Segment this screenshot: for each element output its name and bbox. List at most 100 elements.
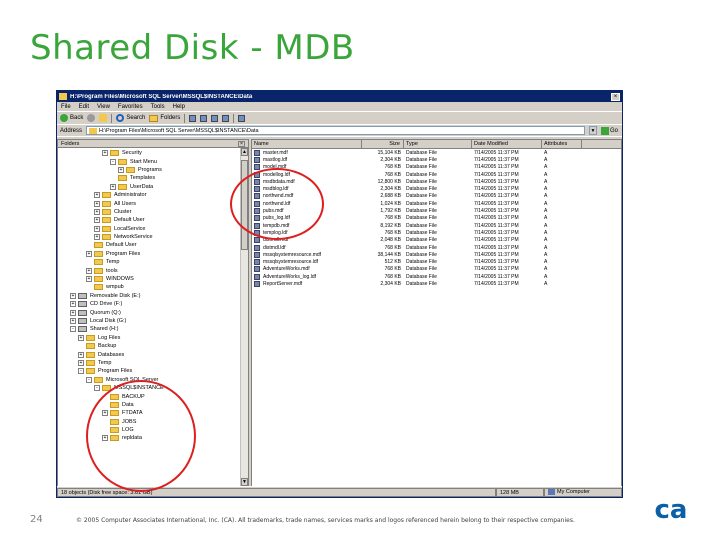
tree-node[interactable]: + Quorum (Q:)	[58, 308, 248, 316]
column-header-name[interactable]: Name	[252, 140, 362, 148]
expand-toggle-icon[interactable]: +	[70, 301, 76, 308]
column-header-date-modified[interactable]: Date Modified	[472, 140, 542, 148]
close-button[interactable]: ×	[611, 92, 620, 101]
menu-item-edit[interactable]: Edit	[79, 104, 89, 110]
tree-node[interactable]: - Start Menu	[58, 157, 248, 165]
tree-node[interactable]: Default User	[58, 241, 248, 249]
copy-to-icon[interactable]	[200, 114, 208, 122]
tree-close-button[interactable]: ×	[238, 140, 245, 147]
column-header-type[interactable]: Type	[404, 140, 472, 148]
list-item[interactable]: AdventureWorks_log.ldf 768 KB Database Fil…	[252, 273, 621, 280]
tree-node[interactable]: Backup	[58, 342, 248, 350]
column-header-attributes[interactable]: Attributes	[542, 140, 582, 148]
tree-node[interactable]: LOG	[58, 426, 248, 434]
forward-arrow-icon[interactable]	[87, 114, 96, 122]
list-item[interactable]: northwnd.mdf 2,688 KB Database File 7/14/20…	[252, 193, 621, 200]
list-item[interactable]: modellog.ldf 768 KB Database File 7/14/2005…	[252, 171, 621, 178]
menu-item-favorites[interactable]: Favorites	[118, 104, 143, 110]
expand-toggle-icon[interactable]: +	[70, 292, 76, 299]
expand-toggle-icon[interactable]: +	[78, 351, 84, 358]
tree-node[interactable]: + Databases	[58, 350, 248, 358]
column-header-size[interactable]: Size	[362, 140, 404, 148]
tree-node[interactable]: + Temp	[58, 359, 248, 367]
list-item[interactable]: AdventureWorks.mdf 768 KB Database File 7/1…	[252, 266, 621, 273]
expand-toggle-icon[interactable]: +	[70, 318, 76, 324]
tree-node[interactable]: + LocalService	[58, 225, 248, 233]
go-button[interactable]: Go	[600, 126, 622, 135]
expand-toggle-icon[interactable]: +	[118, 166, 124, 173]
tree-node[interactable]: Templates	[58, 174, 248, 182]
up-folder-icon[interactable]	[99, 114, 108, 122]
scroll-up-arrow[interactable]: ▲	[241, 148, 248, 156]
tree-node[interactable]: - MSSQL$INSTANCE	[58, 384, 248, 392]
scroll-thumb[interactable]	[241, 160, 248, 250]
tree-node[interactable]: JOBS	[58, 418, 248, 426]
menu-item-help[interactable]: Help	[173, 104, 185, 110]
tree-node[interactable]: + WINDOWS	[58, 275, 248, 283]
expand-toggle-icon[interactable]: +	[70, 309, 76, 316]
tree-node[interactable]: + Security	[58, 149, 248, 157]
tree-node[interactable]: wmpub	[58, 283, 248, 291]
list-item[interactable]: mastlog.ldf 2,304 KB Database File 7/14/200…	[252, 156, 621, 163]
list-item[interactable]: distmdl.ldf 768 KB Database File 7/14/2005 …	[252, 244, 621, 251]
list-item[interactable]: model.mdf 768 KB Database File 7/14/2005 11…	[252, 164, 621, 171]
expand-toggle-icon[interactable]: +	[94, 208, 100, 215]
list-item[interactable]: ReportServer.mdf 2,304 KB Database File 7/1…	[252, 280, 621, 287]
tree-node[interactable]: + Removable Disk (E:)	[58, 292, 248, 300]
expand-toggle-icon[interactable]: +	[102, 410, 108, 417]
move-to-icon[interactable]	[189, 114, 197, 122]
window-titlebar[interactable]: H:\Program Files\Microsoft SQL Server\MS…	[57, 91, 622, 102]
address-input[interactable]: H:\Program Files\Microsoft SQL Server\MS…	[86, 126, 585, 135]
tree-node[interactable]: + UserData	[58, 183, 248, 191]
expand-toggle-icon[interactable]: -	[94, 385, 100, 392]
list-item[interactable]: mssqlsystemresource.ldf 512 KB Database Fi…	[252, 258, 621, 266]
tree-node[interactable]: + NetworkService	[58, 233, 248, 241]
tree-node[interactable]: + Default User	[58, 216, 248, 224]
list-item[interactable]: northwnd.ldf 1,024 KB Database File 7/14/20…	[252, 200, 621, 207]
tree-node[interactable]: Temp	[58, 258, 248, 266]
address-dropdown[interactable]: ▼	[588, 126, 597, 135]
list-item[interactable]: msdbdata.mdf 12,800 KB Database File 7/14/2…	[252, 178, 621, 185]
tree-node[interactable]: + FTDATA	[58, 409, 248, 417]
tree-node[interactable]: BACKUP	[58, 392, 248, 400]
list-item[interactable]: tempdb.mdf 8,192 KB Database File 7/14/2005…	[252, 222, 621, 229]
tree-node[interactable]: + CD Drive (F:)	[58, 300, 248, 308]
expand-toggle-icon[interactable]: +	[78, 359, 84, 366]
folders-button[interactable]: Folders	[149, 114, 180, 122]
views-icon[interactable]	[238, 114, 246, 122]
scroll-down-arrow[interactable]: ▼	[241, 478, 248, 486]
tree-node[interactable]: + Log Files	[58, 334, 248, 342]
menu-item-file[interactable]: File	[61, 104, 71, 110]
menu-item-tools[interactable]: Tools	[151, 104, 165, 110]
tree-node[interactable]: + Program Files	[58, 250, 248, 258]
expand-toggle-icon[interactable]: +	[94, 225, 100, 232]
list-item[interactable]: pubs_log.ldf 768 KB Database File 7/14/2005…	[252, 215, 621, 222]
menu-item-view[interactable]: View	[97, 104, 110, 110]
list-item[interactable]: master.mdf 15,104 KB Database File 7/14/200…	[252, 149, 621, 156]
expand-toggle-icon[interactable]: +	[102, 150, 108, 157]
expand-toggle-icon[interactable]: -	[110, 158, 116, 165]
list-item[interactable]: msdblog.ldf 2,304 KB Database File 7/14/200…	[252, 185, 621, 193]
expand-toggle-icon[interactable]: +	[102, 435, 108, 442]
expand-toggle-icon[interactable]: +	[78, 334, 84, 341]
tree-node[interactable]: + Local Disk (G:)	[58, 317, 248, 325]
expand-toggle-icon[interactable]: +	[94, 200, 100, 207]
expand-toggle-icon[interactable]: +	[86, 250, 92, 257]
expand-toggle-icon[interactable]: -	[78, 368, 84, 375]
tree-scrollbar[interactable]: ▲ ▼	[240, 148, 248, 486]
expand-toggle-icon[interactable]: -	[86, 376, 92, 383]
tree-node[interactable]: - Microsoft SQL Server	[58, 376, 248, 384]
list-item[interactable]: mssqlsystemresource.mdf 38,144 KB Database…	[252, 251, 621, 258]
back-button[interactable]: Back	[60, 114, 83, 122]
expand-toggle-icon[interactable]: +	[110, 183, 116, 190]
expand-toggle-icon[interactable]: +	[94, 192, 100, 199]
list-item[interactable]: templog.ldf 768 KB Database File 7/14/2005 …	[252, 229, 621, 236]
tree-node[interactable]: + Programs	[58, 166, 248, 174]
tree-node[interactable]: + repldata	[58, 434, 248, 442]
undo-icon[interactable]	[222, 114, 230, 122]
search-button[interactable]: Search	[116, 114, 145, 122]
expand-toggle-icon[interactable]: +	[86, 267, 92, 274]
tree-node[interactable]: Data	[58, 401, 248, 409]
tree-node[interactable]: + All Users	[58, 199, 248, 207]
expand-toggle-icon[interactable]: +	[86, 276, 92, 283]
